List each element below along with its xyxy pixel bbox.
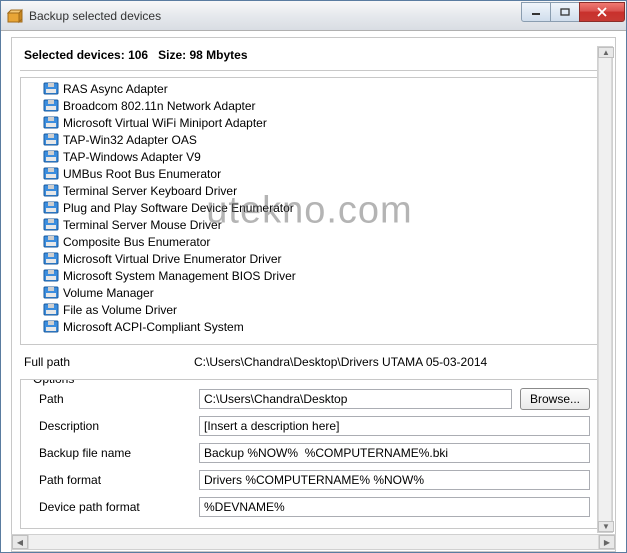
- backup-file-name-label: Backup file name: [29, 446, 199, 460]
- options-group: Options Path Browse... Description Backu…: [20, 379, 599, 529]
- path-format-label: Path format: [29, 473, 199, 487]
- browse-button[interactable]: Browse...: [520, 388, 590, 410]
- disk-icon: [43, 218, 59, 231]
- path-format-input[interactable]: [199, 470, 590, 490]
- disk-icon: [43, 184, 59, 197]
- tree-item-label: Volume Manager: [63, 286, 154, 300]
- summary-header: Selected devices: 106 Size: 98 Mbytes: [20, 46, 599, 71]
- app-icon: [7, 8, 23, 24]
- tree-item[interactable]: TAP-Win32 Adapter OAS: [21, 131, 598, 148]
- tree-item-label: Microsoft System Management BIOS Driver: [63, 269, 296, 283]
- tree-item-label: Terminal Server Mouse Driver: [63, 218, 222, 232]
- path-input[interactable]: [199, 389, 512, 409]
- full-path-value: C:\Users\Chandra\Desktop\Drivers UTAMA 0…: [194, 355, 487, 369]
- description-label: Description: [29, 419, 199, 433]
- full-path-label: Full path: [24, 355, 194, 369]
- scroll-down-icon[interactable]: ▼: [598, 521, 614, 532]
- backup-file-name-input[interactable]: [199, 443, 590, 463]
- disk-icon: [43, 116, 59, 129]
- device-path-format-input[interactable]: [199, 497, 590, 517]
- vertical-scrollbar[interactable]: ▲ ▼: [597, 46, 613, 533]
- options-legend: Options: [29, 379, 78, 386]
- device-tree[interactable]: RAS Async Adapter Broadcom 802.11n Networ…: [20, 77, 599, 345]
- tree-item[interactable]: Microsoft ACPI-Compliant System: [21, 318, 598, 335]
- tree-item[interactable]: UMBus Root Bus Enumerator: [21, 165, 598, 182]
- scroll-up-icon[interactable]: ▲: [598, 47, 614, 58]
- description-input[interactable]: [199, 416, 590, 436]
- tree-item[interactable]: Volume Manager: [21, 284, 598, 301]
- disk-icon: [43, 82, 59, 95]
- disk-icon: [43, 320, 59, 333]
- tree-item-label: TAP-Win32 Adapter OAS: [63, 133, 197, 147]
- tree-item[interactable]: Composite Bus Enumerator: [21, 233, 598, 250]
- tree-item-label: TAP-Windows Adapter V9: [63, 150, 201, 164]
- tree-item-label: Microsoft ACPI-Compliant System: [63, 320, 244, 334]
- tree-item[interactable]: Terminal Server Mouse Driver: [21, 216, 598, 233]
- disk-icon: [43, 303, 59, 316]
- tree-item[interactable]: File as Volume Driver: [21, 301, 598, 318]
- tree-item-label: Broadcom 802.11n Network Adapter: [63, 99, 256, 113]
- tree-item[interactable]: Broadcom 802.11n Network Adapter: [21, 97, 598, 114]
- titlebar: Backup selected devices: [1, 1, 626, 31]
- tree-item[interactable]: TAP-Windows Adapter V9: [21, 148, 598, 165]
- disk-icon: [43, 252, 59, 265]
- path-label: Path: [29, 392, 199, 406]
- disk-icon: [43, 286, 59, 299]
- scroll-left-icon[interactable]: ◀: [12, 535, 28, 549]
- window-title: Backup selected devices: [29, 9, 161, 23]
- disk-icon: [43, 235, 59, 248]
- tree-item-label: File as Volume Driver: [63, 303, 177, 317]
- scroll-right-icon[interactable]: ▶: [599, 535, 615, 549]
- disk-icon: [43, 167, 59, 180]
- tree-item-label: RAS Async Adapter: [63, 82, 168, 96]
- disk-icon: [43, 133, 59, 146]
- horizontal-scrollbar[interactable]: ◀ ▶: [11, 534, 616, 550]
- disk-icon: [43, 150, 59, 163]
- tree-item-label: Microsoft Virtual Drive Enumerator Drive…: [63, 252, 282, 266]
- tree-item[interactable]: Microsoft System Management BIOS Driver: [21, 267, 598, 284]
- disk-icon: [43, 269, 59, 282]
- tree-item-label: Terminal Server Keyboard Driver: [63, 184, 237, 198]
- full-path-row: Full path C:\Users\Chandra\Desktop\Drive…: [20, 345, 599, 377]
- tree-item-label: Plug and Play Software Device Enumerator: [63, 201, 294, 215]
- tree-item[interactable]: Microsoft Virtual Drive Enumerator Drive…: [21, 250, 598, 267]
- device-path-format-label: Device path format: [29, 500, 199, 514]
- tree-item-label: Microsoft Virtual WiFi Miniport Adapter: [63, 116, 267, 130]
- tree-item-label: Composite Bus Enumerator: [63, 235, 210, 249]
- window-buttons: [522, 2, 625, 22]
- maximize-button[interactable]: [550, 2, 580, 22]
- disk-icon: [43, 99, 59, 112]
- main-panel: Selected devices: 106 Size: 98 Mbytes RA…: [11, 37, 616, 552]
- tree-item[interactable]: Terminal Server Keyboard Driver: [21, 182, 598, 199]
- tree-item-label: UMBus Root Bus Enumerator: [63, 167, 221, 181]
- close-button[interactable]: [579, 2, 625, 22]
- minimize-button[interactable]: [521, 2, 551, 22]
- tree-item[interactable]: RAS Async Adapter: [21, 80, 598, 97]
- tree-item[interactable]: Plug and Play Software Device Enumerator: [21, 199, 598, 216]
- disk-icon: [43, 201, 59, 214]
- tree-item[interactable]: Microsoft Virtual WiFi Miniport Adapter: [21, 114, 598, 131]
